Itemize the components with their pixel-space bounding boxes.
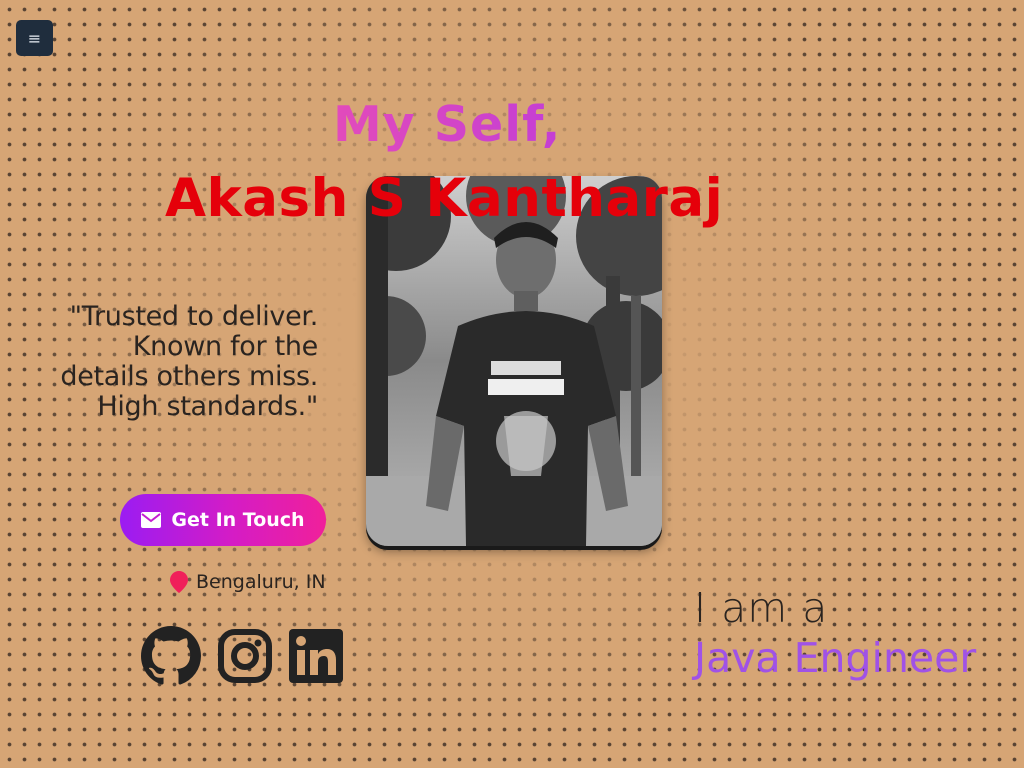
role-text: Java Engineer: [694, 634, 977, 682]
name-heading: Akash S Kantharaj: [165, 168, 724, 229]
hamburger-icon: ≡: [27, 28, 42, 48]
github-icon: [141, 626, 201, 685]
map-pin-icon: [170, 571, 188, 593]
role-prefix: I am a: [694, 584, 829, 632]
instagram-icon: [218, 629, 272, 683]
role-title: Java Engineer: [694, 634, 976, 682]
linkedin-link[interactable]: [289, 629, 343, 687]
get-in-touch-button[interactable]: Get In Touch: [120, 494, 326, 546]
greeting-heading: My Self,: [333, 96, 562, 153]
envelope-icon: [141, 512, 162, 528]
location: Bengaluru, IN: [170, 571, 326, 593]
instagram-link[interactable]: [218, 629, 272, 687]
profile-photo: [366, 176, 662, 546]
location-text: Bengaluru, IN: [196, 571, 326, 593]
github-link[interactable]: [141, 626, 201, 690]
social-links: [141, 626, 343, 690]
menu-button[interactable]: ≡: [16, 20, 53, 56]
linkedin-icon: [289, 629, 343, 683]
get-in-touch-label: Get In Touch: [171, 509, 305, 531]
tagline-quote: "Trusted to deliver. Known for the detai…: [60, 301, 318, 422]
